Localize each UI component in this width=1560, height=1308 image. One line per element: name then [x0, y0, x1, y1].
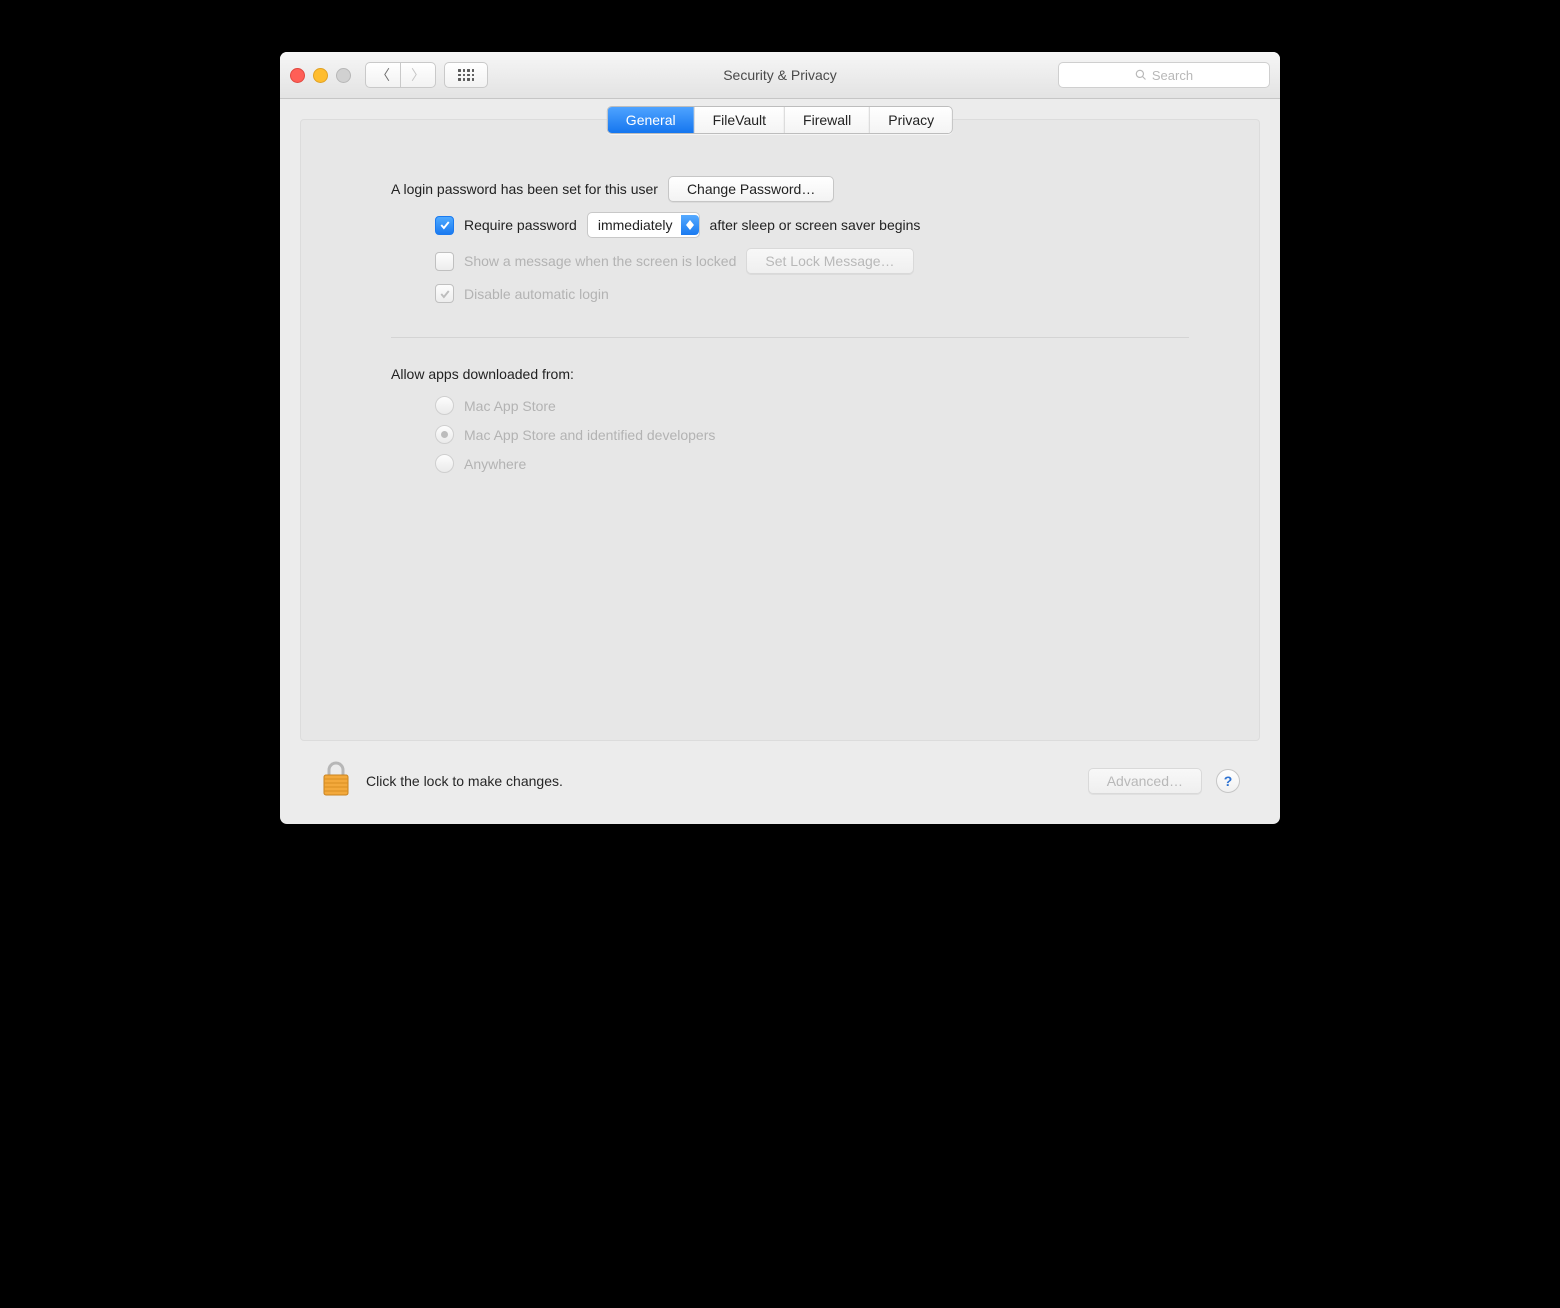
change-password-button[interactable]: Change Password… — [668, 176, 834, 202]
require-password-row: Require password immediately after sleep… — [435, 212, 1189, 238]
radio-label: Mac App Store — [464, 398, 556, 414]
lock-button[interactable] — [320, 759, 352, 802]
tab-filevault[interactable]: FileVault — [695, 107, 785, 133]
password-delay-popup[interactable]: immediately — [587, 212, 700, 238]
lock-help-text: Click the lock to make changes. — [366, 773, 563, 789]
require-password-suffix: after sleep or screen saver begins — [710, 217, 921, 233]
chevron-right-icon: 〉 — [411, 65, 425, 85]
radio-mac-app-store — [435, 396, 454, 415]
password-delay-value: immediately — [598, 217, 673, 233]
general-content: A login password has been set for this u… — [301, 120, 1259, 473]
advanced-button: Advanced… — [1088, 768, 1202, 794]
set-lock-message-button: Set Lock Message… — [746, 248, 913, 274]
titlebar: 〈 〉 Security & Privacy Search — [280, 52, 1280, 99]
radio-anywhere — [435, 454, 454, 473]
tab-label: General — [626, 112, 676, 128]
tab-bar: General FileVault Firewall Privacy — [607, 106, 953, 134]
nav-buttons: 〈 〉 — [365, 62, 436, 88]
grid-icon — [458, 69, 474, 81]
preferences-window: 〈 〉 Security & Privacy Search General Fi… — [280, 52, 1280, 824]
show-message-label: Show a message when the screen is locked — [464, 253, 736, 269]
zoom-window-button — [336, 68, 351, 83]
search-icon — [1135, 69, 1147, 81]
radio-identified-developers — [435, 425, 454, 444]
tab-label: FileVault — [713, 112, 766, 128]
radio-dot-icon — [441, 431, 448, 438]
minimize-window-button[interactable] — [313, 68, 328, 83]
tab-label: Privacy — [888, 112, 934, 128]
disable-auto-login-row: Disable automatic login — [435, 284, 1189, 303]
disable-auto-login-checkbox — [435, 284, 454, 303]
tab-general[interactable]: General — [608, 107, 695, 133]
updown-arrows-icon — [681, 215, 699, 235]
content-panel: General FileVault Firewall Privacy A log… — [300, 119, 1260, 741]
check-icon — [439, 219, 451, 231]
allow-apps-option-1: Mac App Store and identified developers — [435, 425, 1189, 444]
lock-icon — [320, 759, 352, 799]
chevron-left-icon: 〈 — [376, 65, 390, 85]
tab-privacy[interactable]: Privacy — [870, 107, 952, 133]
disable-auto-login-label: Disable automatic login — [464, 286, 609, 302]
radio-label: Mac App Store and identified developers — [464, 427, 715, 443]
search-placeholder: Search — [1152, 68, 1193, 83]
search-field[interactable]: Search — [1058, 62, 1270, 88]
show-message-checkbox — [435, 252, 454, 271]
window-controls — [290, 68, 351, 83]
password-set-row: A login password has been set for this u… — [391, 176, 1189, 202]
password-set-label: A login password has been set for this u… — [391, 181, 658, 197]
divider — [391, 337, 1189, 338]
allow-apps-heading: Allow apps downloaded from: — [391, 366, 1189, 382]
tab-label: Firewall — [803, 112, 851, 128]
window-body: General FileVault Firewall Privacy A log… — [280, 99, 1280, 824]
allow-apps-option-2: Anywhere — [435, 454, 1189, 473]
allow-apps-option-0: Mac App Store — [435, 396, 1189, 415]
tab-firewall[interactable]: Firewall — [785, 107, 870, 133]
show-message-row: Show a message when the screen is locked… — [435, 248, 1189, 274]
show-all-button[interactable] — [444, 62, 488, 88]
require-password-prefix: Require password — [464, 217, 577, 233]
radio-label: Anywhere — [464, 456, 526, 472]
forward-button: 〉 — [400, 62, 436, 88]
back-button[interactable]: 〈 — [365, 62, 401, 88]
close-window-button[interactable] — [290, 68, 305, 83]
footer: Click the lock to make changes. Advanced… — [300, 741, 1260, 824]
help-button[interactable]: ? — [1216, 769, 1240, 793]
check-icon — [439, 288, 451, 300]
require-password-checkbox[interactable] — [435, 216, 454, 235]
